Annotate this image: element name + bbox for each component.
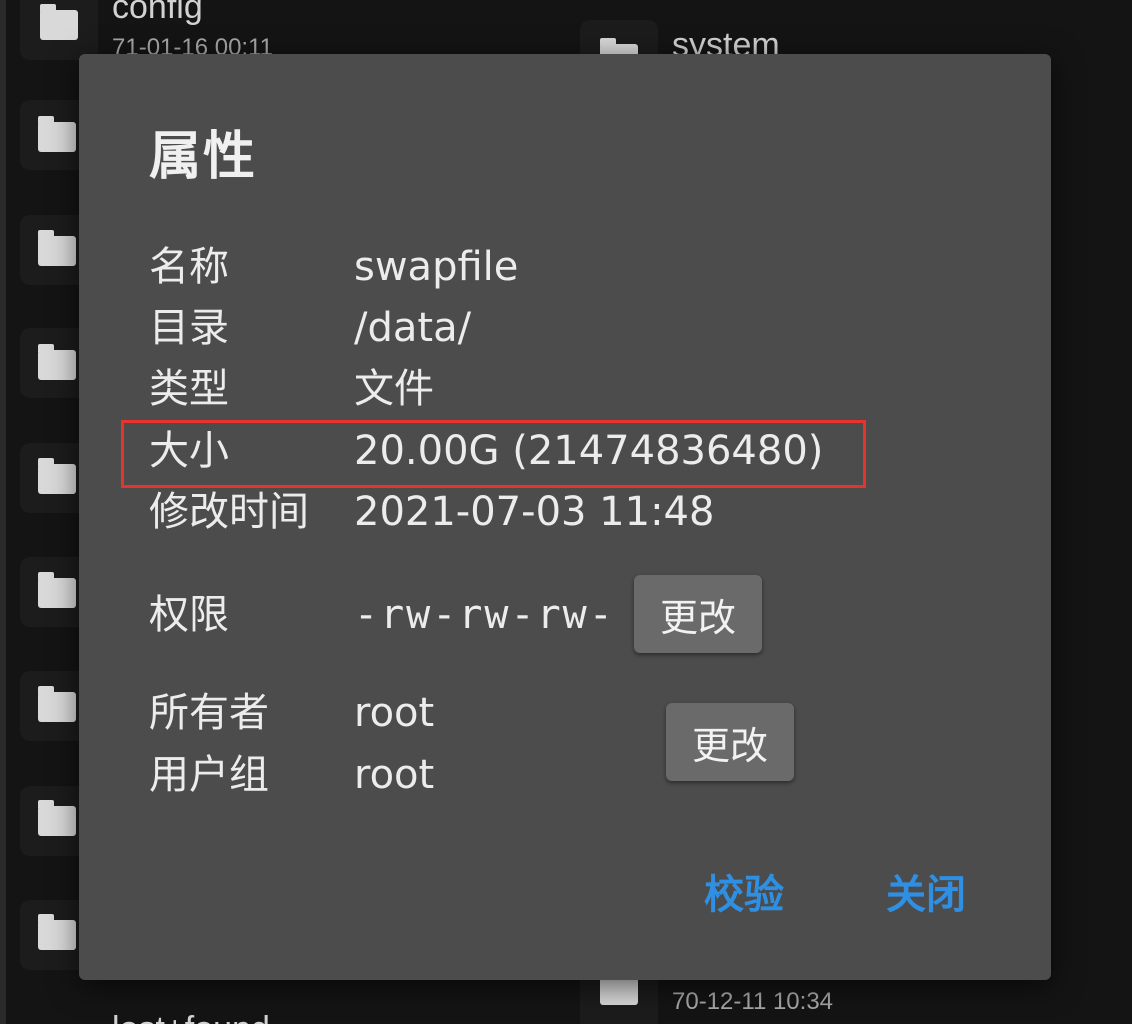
folder-icon [38, 458, 76, 494]
folder-icon [38, 800, 76, 836]
group-value: root [354, 752, 435, 798]
close-button[interactable]: 关闭 [886, 862, 966, 920]
folder-icon [38, 344, 76, 380]
directory-label: 目录 [149, 305, 229, 351]
folder-icon [38, 686, 76, 722]
folder-name[interactable]: config [112, 0, 203, 27]
folder-name[interactable]: lost+found [112, 1010, 270, 1024]
name-label: 名称 [149, 244, 229, 290]
directory-value: /data/ [354, 305, 472, 351]
name-value: swapfile [354, 244, 519, 290]
folder-date: 70-12-11 10:34 [672, 988, 834, 1015]
type-label: 类型 [149, 366, 229, 412]
owner-label: 所有者 [149, 690, 269, 736]
change-permissions-button[interactable]: 更改 [634, 575, 762, 653]
modified-time-value: 2021-07-03 11:48 [354, 489, 715, 535]
file-manager-screen: config 71-01-16 00:11 system 70-12-11 10… [0, 0, 1132, 1024]
folder-icon [40, 4, 78, 40]
group-label: 用户组 [149, 752, 269, 798]
modified-time-label: 修改时间 [149, 489, 309, 535]
verify-button[interactable]: 校验 [704, 862, 784, 920]
properties-dialog: 属性 名称 swapfile 目录 /data/ 类型 文件 大小 20.00G… [79, 54, 1051, 980]
background-scroll-edge [0, 0, 6, 1024]
folder-icon [38, 572, 76, 608]
dialog-title: 属性 [149, 127, 258, 187]
permissions-label: 权限 [149, 592, 229, 638]
size-label: 大小 [149, 428, 229, 474]
size-value: 20.00G (21474836480) [354, 428, 824, 474]
folder-icon [38, 116, 76, 152]
change-owner-button[interactable]: 更改 [666, 703, 794, 781]
owner-value: root [354, 690, 435, 736]
folder-icon [38, 914, 76, 950]
folder-icon [38, 230, 76, 266]
type-value: 文件 [354, 366, 434, 412]
permissions-value: -rw-rw-rw- [354, 592, 615, 638]
